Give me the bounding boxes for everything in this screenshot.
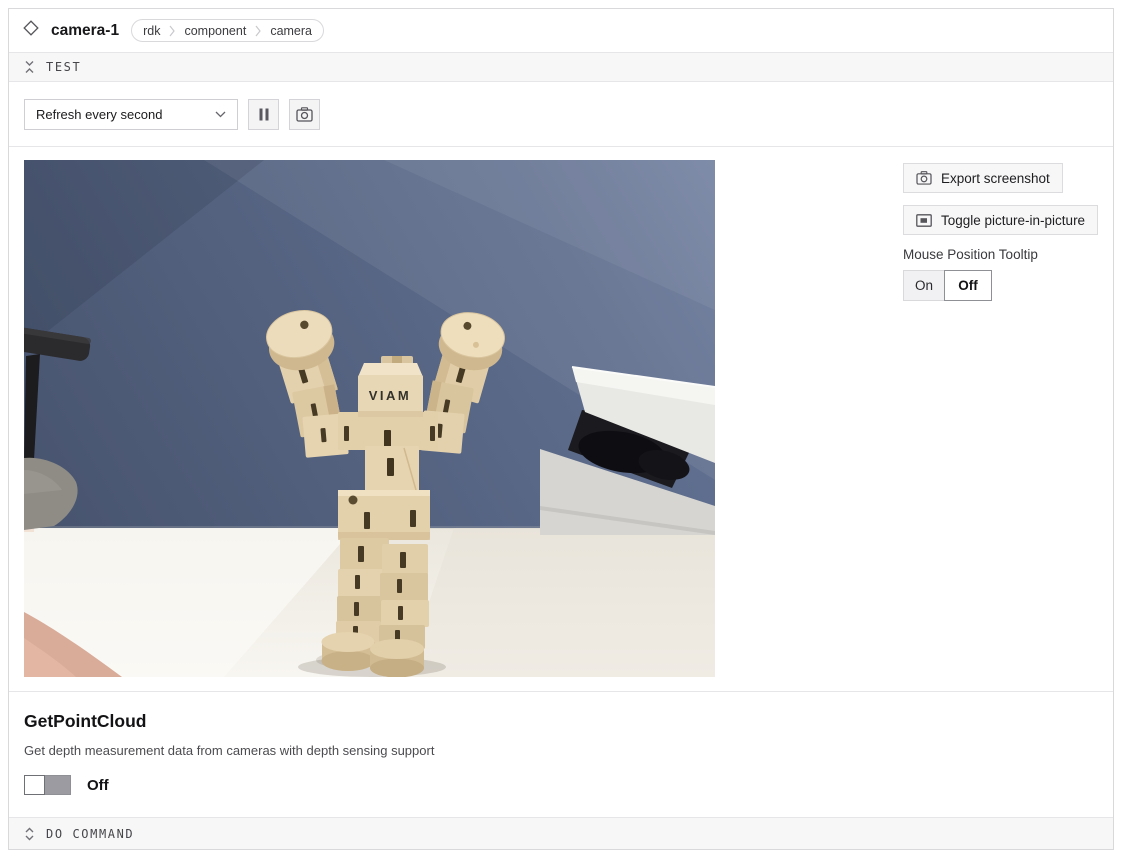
export-screenshot-button[interactable]: Export screenshot <box>903 163 1063 193</box>
chevron-down-icon <box>215 111 226 118</box>
export-screenshot-label: Export screenshot <box>941 171 1050 186</box>
section-test-label: TEST <box>46 60 81 74</box>
refresh-rate-select[interactable]: Refresh every second <box>24 99 238 130</box>
section-test-toggle[interactable]: TEST <box>9 53 1113 82</box>
get-point-cloud-description: Get depth measurement data from cameras … <box>24 743 1098 758</box>
camera-stream: VIAM <box>24 160 715 677</box>
tooltip-on-button[interactable]: On <box>903 270 945 301</box>
breadcrumb-separator-icon <box>255 25 261 37</box>
toggle-knob <box>24 775 45 795</box>
collapse-icon <box>24 60 35 74</box>
section-do-command-label: DO COMMAND <box>46 827 134 841</box>
viam-logo-text: VIAM <box>369 388 412 403</box>
stream-side-controls: Export screenshot Toggle picture-in-pict… <box>903 163 1098 301</box>
camera-component-card: camera-1 rdk component camera TEST Refre… <box>8 8 1114 850</box>
stream-toolbar: Refresh every second <box>9 82 1113 147</box>
get-point-cloud-section: GetPointCloud Get depth measurement data… <box>9 692 1113 816</box>
mouse-tooltip-segmented-control: On Off <box>903 270 992 301</box>
picture-in-picture-icon <box>916 214 932 227</box>
component-diamond-icon <box>23 20 39 41</box>
expand-icon <box>24 827 35 841</box>
breadcrumb-item-camera: camera <box>270 24 312 38</box>
camera-stream-image: VIAM <box>24 160 715 677</box>
breadcrumb-item-rdk: rdk <box>143 24 160 38</box>
breadcrumb: rdk component camera <box>131 19 324 42</box>
camera-icon <box>296 107 313 122</box>
toggle-pip-button[interactable]: Toggle picture-in-picture <box>903 205 1098 235</box>
toggle-pip-label: Toggle picture-in-picture <box>941 213 1085 228</box>
get-point-cloud-state-label: Off <box>87 777 109 794</box>
test-panel-body: VIAM <box>9 147 1113 692</box>
get-point-cloud-toggle[interactable] <box>24 775 71 795</box>
tooltip-off-button[interactable]: Off <box>944 270 992 301</box>
page-title: camera-1 <box>51 22 119 40</box>
breadcrumb-separator-icon <box>169 25 175 37</box>
card-header: camera-1 rdk component camera <box>9 9 1113 53</box>
screenshot-button[interactable] <box>289 99 320 130</box>
mouse-position-tooltip-label: Mouse Position Tooltip <box>903 247 1038 262</box>
pause-icon <box>258 108 270 121</box>
get-point-cloud-title: GetPointCloud <box>24 711 1098 732</box>
breadcrumb-item-component: component <box>184 24 246 38</box>
pause-stream-button[interactable] <box>248 99 279 130</box>
section-do-command-toggle[interactable]: DO COMMAND <box>9 817 1113 849</box>
camera-icon <box>916 171 932 185</box>
refresh-rate-value: Refresh every second <box>36 107 162 122</box>
